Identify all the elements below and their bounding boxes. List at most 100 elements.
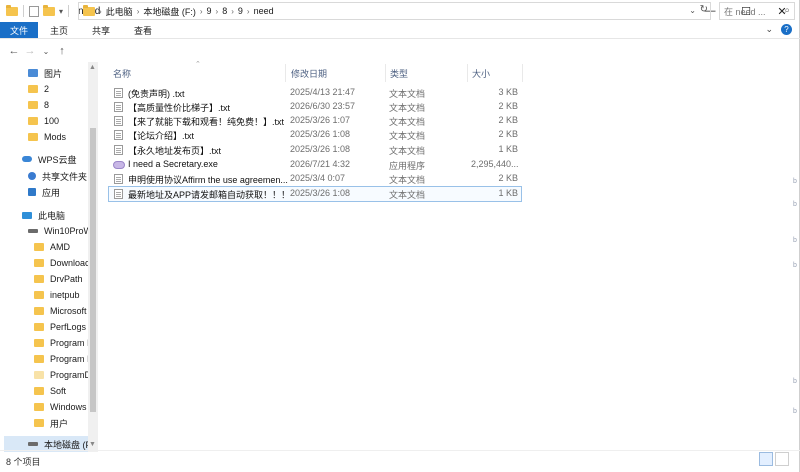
column-divider[interactable] (285, 64, 286, 82)
recent-locations-button[interactable]: ⌄ (38, 47, 54, 56)
help-icon[interactable]: ? (781, 24, 792, 35)
search-box[interactable]: 在 need ... ⌕ (719, 2, 795, 20)
sidebar-item-perflogs[interactable]: PerfLogs (34, 319, 86, 335)
text-file-icon (114, 130, 123, 140)
file-row[interactable]: 【论坛介绍】.txt 2025/3/26 1:08 文本文档 2 KB (109, 128, 521, 142)
breadcrumb-9b[interactable]: 9 (238, 6, 243, 16)
background-window-fragment: b (793, 378, 797, 385)
sidebar-item-apps[interactable]: 应用 (28, 184, 60, 200)
file-date: 2026/6/30 23:57 (290, 101, 356, 111)
file-name: 申明使用协议Affirm the use agreemen... (128, 175, 288, 185)
tab-view[interactable]: 查看 (122, 22, 164, 38)
tab-home[interactable]: 主页 (38, 22, 80, 38)
address-bar[interactable]: › 此电脑 › 本地磁盘 (F:) › 9 › 8 › 9 › need ⌄ ↻ (78, 2, 711, 20)
sidebar-item-label: Mods (44, 132, 67, 142)
breadcrumb-9[interactable]: 9 (207, 6, 212, 16)
item-count: 8 个项目 (6, 457, 41, 467)
view-switcher (759, 452, 789, 466)
sidebar-item-100[interactable]: 100 (28, 113, 59, 129)
refresh-icon[interactable]: ↻ (700, 4, 708, 15)
sidebar-item-program-files[interactable]: Program I (34, 335, 90, 351)
sidebar-item-windows[interactable]: Windows (34, 399, 87, 415)
column-header-type[interactable]: 类型 (390, 66, 408, 80)
chevron-right-icon[interactable]: › (247, 7, 250, 16)
sidebar-item-users[interactable]: 用户 (34, 415, 68, 431)
breadcrumb-8[interactable]: 8 (222, 6, 227, 16)
sidebar-item-label: 此电脑 (38, 210, 66, 221)
file-row[interactable]: 申明使用协议Affirm the use agreemen... 2025/3/… (109, 172, 521, 186)
sidebar-item-label: Win10ProW (44, 226, 93, 236)
sidebar-item-shared[interactable]: 共享文件夹 (28, 168, 87, 184)
file-name: 【论坛介绍】.txt (128, 131, 195, 141)
text-file-icon (114, 189, 123, 199)
scroll-up-icon[interactable]: ▲ (89, 64, 96, 71)
sidebar-item-microsoft[interactable]: Microsoft (34, 303, 87, 319)
background-window-fragment: b (793, 201, 797, 208)
sidebar-item-label: Program I (50, 354, 90, 364)
breadcrumb-need[interactable]: need (254, 6, 274, 16)
forward-button[interactable]: → (22, 45, 38, 57)
breadcrumb-drive-f[interactable]: 本地磁盘 (F:) (143, 5, 196, 18)
file-row[interactable]: 【高质量性价比梯子】.txt 2026/6/30 23:57 文本文档 2 KB (109, 100, 521, 114)
up-button[interactable]: ↑ (54, 45, 70, 57)
file-type: 文本文档 (389, 131, 426, 141)
sidebar-item-soft[interactable]: Soft (34, 383, 66, 399)
file-row-focused[interactable]: 最新地址及APP请发邮箱自动获取！！！... 2025/3/26 1:08 文本… (108, 186, 522, 202)
sidebar-item-drvpath[interactable]: DrvPath (34, 271, 83, 287)
sidebar-item-amd[interactable]: AMD (34, 239, 70, 255)
details-view-icon[interactable] (759, 452, 773, 466)
sidebar-item-label: PerfLogs (50, 322, 87, 332)
column-header-name[interactable]: 名称 (113, 66, 131, 80)
text-file-icon (114, 174, 123, 184)
file-row[interactable]: 【永久地址发布页】.txt 2025/3/26 1:08 文本文档 1 KB (109, 143, 521, 157)
text-file-icon (114, 116, 123, 126)
search-input[interactable]: 在 need ... (724, 5, 766, 18)
text-file-icon (114, 145, 123, 155)
sidebar-item-2[interactable]: 2 (28, 81, 49, 97)
sidebar-item-pictures[interactable]: 图片 (28, 65, 62, 81)
tab-share[interactable]: 共享 (80, 22, 122, 38)
sidebar-item-this-pc[interactable]: 此电脑 (22, 207, 65, 223)
sidebar-item-label: DrvPath (50, 274, 83, 284)
tab-file[interactable]: 文件 (0, 22, 39, 38)
customize-quick-access-icon[interactable]: ▾ (59, 7, 63, 16)
sidebar-item-wps-cloud[interactable]: WPS云盘 (22, 151, 77, 167)
chevron-right-icon[interactable]: › (216, 7, 219, 16)
chevron-right-icon[interactable]: › (99, 7, 102, 16)
column-divider[interactable] (467, 64, 468, 82)
back-button[interactable]: ← (6, 45, 22, 57)
address-dropdown-icon[interactable]: ⌄ (689, 6, 696, 15)
column-header-size[interactable]: 大小 (472, 66, 490, 80)
column-header-date[interactable]: 修改日期 (291, 66, 327, 80)
sidebar-item-mods[interactable]: Mods (28, 129, 66, 145)
file-row[interactable]: 【来了就能下载和观看！纯免费！】.txt 2025/3/26 1:07 文本文档… (109, 114, 521, 128)
chevron-right-icon[interactable]: › (200, 7, 203, 16)
sidebar-item-drive-c[interactable]: Win10ProW (28, 223, 92, 239)
breadcrumb-pc[interactable]: 此电脑 (106, 5, 133, 18)
large-icons-view-icon[interactable] (775, 452, 789, 466)
new-folder-icon[interactable] (43, 4, 55, 16)
chevron-right-icon[interactable]: › (137, 7, 140, 16)
expand-ribbon-icon[interactable]: ⌄ (765, 24, 773, 35)
background-window-fragment: b (793, 237, 797, 244)
sidebar-item-program-files-x86[interactable]: Program I (34, 351, 90, 367)
properties-icon[interactable] (29, 5, 39, 17)
file-name: 【永久地址发布页】.txt (128, 146, 222, 156)
sidebar-item-inetpub[interactable]: inetpub (34, 287, 80, 303)
sidebar-item-downloads[interactable]: Downloac (34, 255, 90, 271)
sidebar-item-label: ProgramD (50, 370, 92, 380)
column-divider[interactable] (385, 64, 386, 82)
column-divider[interactable] (522, 64, 523, 82)
apps-icon (28, 188, 36, 196)
scroll-down-icon[interactable]: ▼ (89, 441, 96, 448)
file-type: 文本文档 (389, 190, 426, 200)
file-row[interactable]: I need a Secretary.exe 2026/7/21 4:32 应用… (109, 158, 521, 172)
sidebar-scrollbar-thumb[interactable] (90, 128, 96, 412)
file-name: 【高质量性价比梯子】.txt (128, 103, 231, 113)
file-row[interactable]: (免责声明) .txt 2025/4/13 21:47 文本文档 3 KB (109, 86, 521, 100)
sidebar-item-8[interactable]: 8 (28, 97, 49, 113)
sidebar-item-programdata[interactable]: ProgramD (34, 367, 91, 383)
chevron-right-icon[interactable]: › (231, 7, 234, 16)
sidebar-item-label: Microsoft (50, 306, 87, 316)
file-date: 2025/3/26 1:08 (290, 188, 351, 198)
